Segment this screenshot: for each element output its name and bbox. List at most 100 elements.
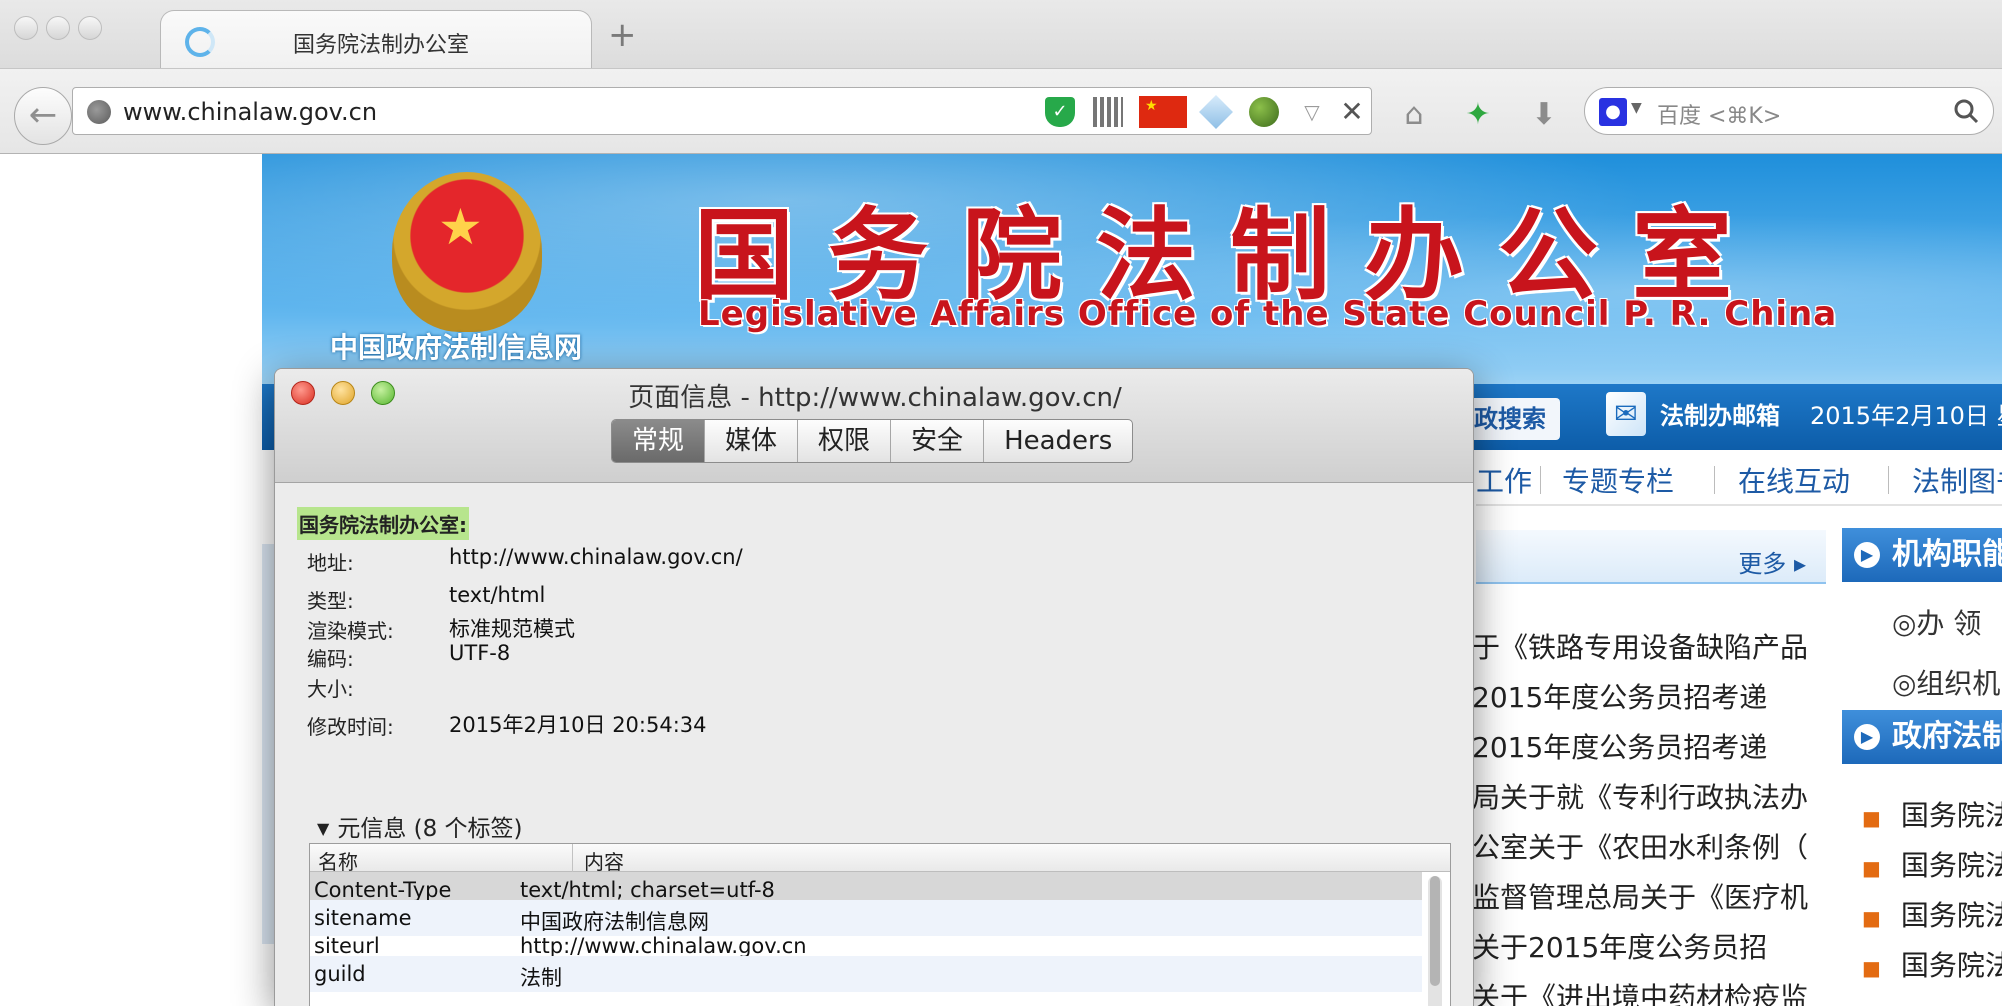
meta-table: 名称 内容 Content-Type text/html; charset=ut… [309, 843, 1451, 1006]
window-zoom-button[interactable] [78, 16, 102, 40]
meta-content-cell: 法制 [520, 966, 562, 990]
side-link-label: 国务院法 [1900, 849, 2002, 882]
window-close-button[interactable] [14, 16, 38, 40]
back-button[interactable]: ← [14, 87, 72, 145]
table-row[interactable]: guild 法制 [310, 956, 1422, 992]
tab-security[interactable]: 安全 [891, 420, 985, 462]
bullet-icon: ■ [1862, 956, 1881, 980]
prop-value-address[interactable]: http://www.chinalaw.gov.cn/ [449, 545, 743, 569]
dialog-title: 页面信息 - http://www.chinalaw.gov.cn/ [628, 383, 1122, 413]
side-link-label: 国务院法 [1900, 899, 2002, 932]
news-item[interactable]: 监督管理总局关于《医疗机 [1472, 876, 1826, 916]
banner-subtitle: Legislative Affairs Office of the State … [698, 294, 1838, 334]
tab-title: 国务院法制办公室 [293, 33, 470, 58]
site-title: 国务院法制办公室: [297, 507, 469, 540]
bullet-icon: ■ [1862, 906, 1881, 930]
search-input[interactable]: 百度 <⌘K> [1657, 98, 1781, 130]
more-link[interactable]: 更多 ▸ [1738, 544, 1806, 579]
qr-code-icon[interactable] [1093, 97, 1123, 127]
arrow-circle-icon: ▶ [1854, 724, 1880, 750]
prop-label-size: 大小: [307, 677, 354, 701]
menu-item-books[interactable]: 法制图书 [1912, 460, 2002, 500]
dialog-body: 国务院法制办公室: 地址: http://www.chinalaw.gov.cn… [275, 483, 1473, 1006]
menu-item-work[interactable]: 工作 [1476, 460, 1532, 500]
side-link[interactable]: ■ 国务院法 [1862, 894, 2002, 934]
meta-content-cell: text/html; charset=utf-8 [520, 878, 775, 902]
prop-label-type: 类型: [307, 589, 354, 613]
tab-headers[interactable]: Headers [984, 420, 1132, 462]
site-search-tab[interactable]: 政搜索 [1466, 398, 1560, 440]
tab-permissions[interactable]: 权限 [798, 420, 892, 462]
meta-table-scrollbar[interactable] [1428, 876, 1442, 1006]
stop-icon[interactable]: ✕ [1337, 97, 1367, 127]
prop-label-encoding: 编码: [307, 647, 354, 671]
meta-name-cell: sitename [314, 906, 412, 930]
prop-label-render-mode: 渲染模式: [307, 619, 394, 643]
search-icon[interactable] [1953, 98, 1979, 124]
side-link[interactable]: ■ 国务院法 [1862, 944, 2002, 984]
news-item[interactable]: 于《铁路专用设备缺陷产品 [1472, 626, 1826, 666]
side-section-legal[interactable]: ▶ 政府法制 [1842, 710, 2002, 764]
side-link-label: 国务院法 [1900, 799, 2002, 832]
news-item[interactable]: 公室关于《农田水利条例（ [1472, 826, 1826, 866]
green-orb-icon[interactable] [1249, 97, 1279, 127]
mailbox-link[interactable]: 法制办邮箱 [1660, 396, 1780, 431]
date-label: 2015年2月10日 星 [1810, 402, 2002, 430]
menu-item-special[interactable]: 专题专栏 [1562, 460, 1674, 500]
bullet-icon: ■ [1862, 856, 1881, 880]
search-bar[interactable]: ● ▼ 百度 <⌘K> [1584, 87, 1994, 135]
page-info-dialog: 页面信息 - http://www.chinalaw.gov.cn/ 常规 媒体… [274, 368, 1474, 1006]
news-item[interactable]: 关于《进出境中药材检疫监 [1472, 976, 1826, 1006]
side-section-title: 政府法制 [1892, 719, 2002, 754]
china-flag-icon[interactable]: ★ [1139, 96, 1187, 128]
column-divider[interactable] [572, 844, 573, 872]
download-icon[interactable]: ⬇ [1526, 97, 1562, 133]
disclosure-triangle-icon[interactable]: ▼ [317, 819, 329, 838]
prop-value-encoding: UTF-8 [449, 641, 511, 665]
prop-value-modified: 2015年2月10日 20:54:34 [449, 713, 707, 737]
browser-tab[interactable]: 国务院法制办公室 [160, 10, 592, 70]
news-item[interactable]: 2015年度公务员招考递 [1472, 726, 1826, 766]
main-menu: 工作 专题专栏 在线互动 法制图书 [1476, 450, 2002, 506]
new-tab-button[interactable]: + [608, 18, 637, 52]
bullet-icon: ■ [1862, 806, 1881, 830]
emblem-caption[interactable]: 中国政府法制信息网 [330, 326, 582, 366]
side-link-label: 国务院法 [1900, 949, 2002, 982]
history-dropdown-icon[interactable]: ▽ [1297, 97, 1327, 127]
prop-value-type: text/html [449, 583, 546, 607]
dialog-tabs: 常规 媒体 权限 安全 Headers [611, 419, 1134, 463]
column-header-content[interactable]: 内容 [584, 846, 624, 875]
window-minimize-button[interactable] [46, 16, 70, 40]
prop-label-modified: 修改时间: [307, 715, 394, 739]
tab-general[interactable]: 常规 [612, 420, 706, 462]
side-link[interactable]: ◎组织机 [1892, 662, 2000, 702]
meta-name-cell: siteurl [314, 934, 380, 958]
baidu-paw-icon[interactable]: ● [1599, 98, 1627, 126]
home-icon[interactable]: ⌂ [1396, 97, 1432, 133]
chevron-down-icon[interactable]: ▼ [1631, 100, 1642, 116]
dialog-titlebar[interactable]: 页面信息 - http://www.chinalaw.gov.cn/ 常规 媒体… [275, 369, 1473, 483]
side-section-functions[interactable]: ▶ 机构职能 [1842, 528, 2002, 582]
side-link[interactable]: ■ 国务院法 [1862, 794, 2002, 834]
side-link[interactable]: ■ 国务院法 [1862, 844, 2002, 884]
news-item[interactable]: 局关于就《专利行政执法办 [1472, 776, 1826, 816]
news-item[interactable]: 2015年度公务员招考递 [1472, 676, 1826, 716]
extension-icon[interactable]: ✦ [1460, 97, 1496, 133]
side-link[interactable]: ◎办 领 [1892, 602, 1981, 642]
shield-icon[interactable]: ✓ [1045, 97, 1075, 127]
scrollbar-thumb[interactable] [1430, 876, 1440, 986]
address-bar[interactable]: www.chinalaw.gov.cn ✓ ★ ▽ ✕ [72, 87, 1372, 135]
tab-media[interactable]: 媒体 [705, 420, 799, 462]
url-text[interactable]: www.chinalaw.gov.cn [123, 98, 377, 126]
menu-divider [1888, 466, 1889, 494]
menu-item-interaction[interactable]: 在线互动 [1738, 460, 1850, 500]
loading-spinner-icon [185, 27, 215, 57]
cube-icon[interactable] [1199, 95, 1233, 129]
news-item[interactable]: 关于2015年度公务员招 [1472, 926, 1826, 966]
meta-disclosure[interactable]: ▼ 元信息 (8 个标签) [317, 809, 523, 843]
meta-name-cell: Content-Type [314, 878, 452, 902]
menu-divider [1714, 466, 1715, 494]
mail-icon[interactable]: ✉ [1606, 392, 1646, 436]
more-label: 更多 [1738, 550, 1787, 578]
column-header-name[interactable]: 名称 [318, 846, 358, 875]
